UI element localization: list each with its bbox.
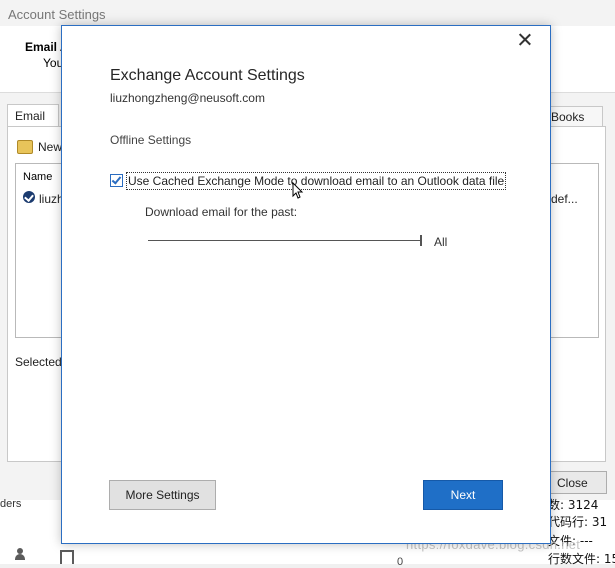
dialog-title: Exchange Account Settings bbox=[110, 67, 305, 84]
slider-value: All bbox=[434, 235, 448, 249]
stats-line-4: 行数文件: 15 bbox=[548, 552, 615, 566]
stats-line-2: 代码行: 31 bbox=[548, 515, 608, 529]
stats-line-1: 数: 3124 bbox=[548, 498, 599, 512]
account-email: liuzhongzheng@neusoft.com bbox=[110, 91, 265, 105]
next-button[interactable]: Next bbox=[423, 480, 503, 510]
account-row-name[interactable]: liuzh bbox=[39, 192, 64, 206]
account-row-default: def... bbox=[551, 192, 578, 206]
download-period-slider[interactable] bbox=[148, 240, 422, 241]
mouse-cursor-icon bbox=[292, 182, 304, 199]
account-check-icon bbox=[23, 191, 35, 203]
selected-account-label: Selected bbox=[15, 355, 62, 369]
tab-email[interactable]: Email bbox=[7, 104, 59, 127]
tab-address-books[interactable]: Books bbox=[546, 106, 603, 127]
more-settings-button[interactable]: More Settings bbox=[109, 480, 216, 510]
offline-settings-heading: Offline Settings bbox=[110, 133, 192, 147]
tab-address-books-label: Books bbox=[551, 110, 585, 124]
folders-fragment: ders bbox=[0, 498, 22, 510]
cached-mode-option[interactable]: Use Cached Exchange Mode to download ema… bbox=[108, 171, 507, 190]
status-fragment: 0 bbox=[397, 556, 404, 568]
close-icon[interactable] bbox=[517, 32, 533, 48]
calendar-icon[interactable] bbox=[60, 550, 74, 564]
people-icon[interactable] bbox=[15, 548, 31, 560]
new-account-button[interactable]: New bbox=[38, 140, 62, 154]
tab-email-label: Email bbox=[15, 109, 46, 123]
download-period-label: Download email for the past: bbox=[145, 205, 298, 219]
close-button[interactable]: Close bbox=[548, 471, 607, 494]
account-settings-title: Account Settings bbox=[8, 7, 106, 22]
close-button-label: Close bbox=[557, 476, 588, 490]
cached-mode-checkbox[interactable] bbox=[110, 174, 123, 187]
slider-thumb[interactable] bbox=[420, 235, 422, 246]
new-mail-icon bbox=[17, 140, 33, 154]
column-header-name[interactable]: Name bbox=[23, 171, 52, 183]
cached-mode-label[interactable]: Use Cached Exchange Mode to download ema… bbox=[126, 172, 507, 190]
